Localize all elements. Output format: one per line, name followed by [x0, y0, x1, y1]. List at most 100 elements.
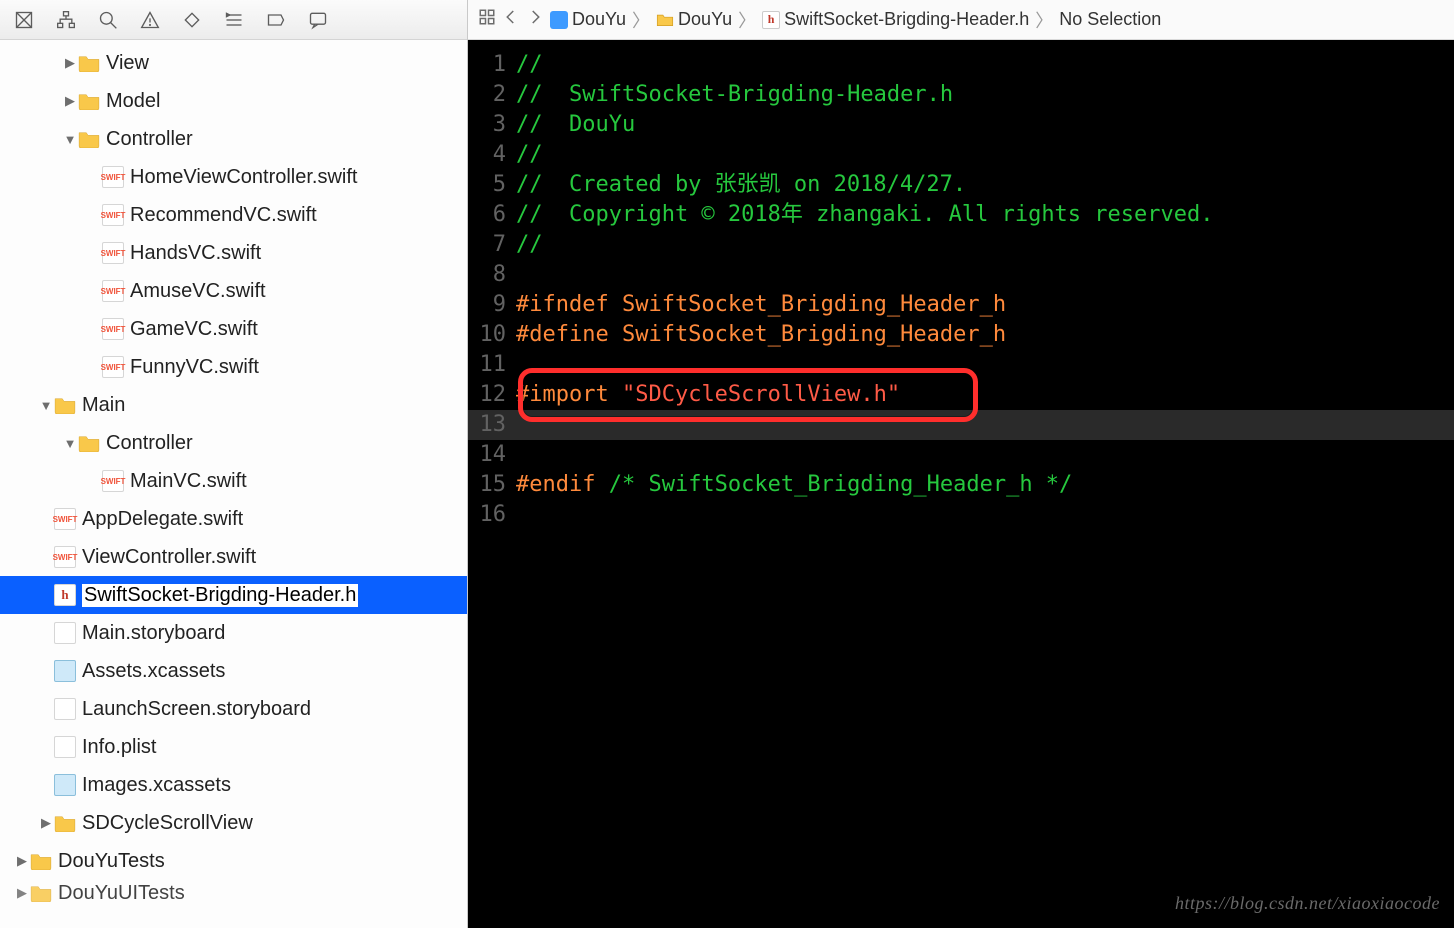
- report-tab-icon[interactable]: [264, 8, 288, 32]
- tree-file[interactable]: SWIFTMainVC.swift: [0, 462, 467, 500]
- tree-file[interactable]: SWIFTAppDelegate.swift: [0, 500, 467, 538]
- folder-icon: [30, 850, 52, 872]
- code-line[interactable]: 1//: [468, 50, 1454, 80]
- swift-file-icon: SWIFT: [102, 280, 124, 302]
- tree-file[interactable]: SWIFT HomeViewController.swift: [0, 158, 467, 196]
- breadcrumb-group[interactable]: DouYu: [656, 9, 732, 30]
- breadcrumb-sep: 〉: [738, 7, 756, 33]
- file-tree[interactable]: ▶ View ▶ Model ▼ Controller SWIFT HomeViewContr…: [0, 40, 467, 928]
- tree-item-label: RecommendVC.swift: [130, 204, 317, 227]
- breadcrumb-sep: 〉: [632, 7, 650, 33]
- swift-file-icon: SWIFT: [102, 318, 124, 340]
- hierarchy-tab-icon[interactable]: [54, 8, 78, 32]
- code-line[interactable]: 15#endif /* SwiftSocket_Brigding_Header_…: [468, 470, 1454, 500]
- tree-item-label: ViewController.swift: [82, 546, 256, 569]
- line-content: #ifndef SwiftSocket_Brigding_Header_h: [516, 290, 1454, 320]
- warning-tab-icon[interactable]: [138, 8, 162, 32]
- tree-file[interactable]: Main.storyboard: [0, 614, 467, 652]
- nav-back-icon[interactable]: [502, 8, 520, 31]
- swift-file-icon: SWIFT: [102, 166, 124, 188]
- tree-item-label: DouYuUITests: [58, 882, 185, 905]
- navigator-tab-icon[interactable]: [12, 8, 36, 32]
- tree-folder[interactable]: ▶SDCycleScrollView: [0, 804, 467, 842]
- code-line[interactable]: 16: [468, 500, 1454, 530]
- folder-icon: [54, 812, 76, 834]
- tree-folder[interactable]: ▶ DouYuUITests: [0, 880, 467, 906]
- line-content: // SwiftSocket-Brigding-Header.h: [516, 80, 1454, 110]
- disclosure-icon[interactable]: ▼: [62, 132, 78, 147]
- tree-folder[interactable]: ▼ Controller: [0, 424, 467, 462]
- swift-file-icon: SWIFT: [102, 470, 124, 492]
- tree-folder[interactable]: ▶ View: [0, 44, 467, 82]
- code-line[interactable]: 8: [468, 260, 1454, 290]
- code-line[interactable]: 6// Copyright © 2018年 zhangaki. All righ…: [468, 200, 1454, 230]
- debug-tab-icon[interactable]: [180, 8, 204, 32]
- tree-folder[interactable]: ▶ Model: [0, 82, 467, 120]
- nav-forward-icon[interactable]: [526, 8, 544, 31]
- chat-tab-icon[interactable]: [306, 8, 330, 32]
- folder-icon: [30, 882, 52, 904]
- tree-file[interactable]: Assets.xcassets: [0, 652, 467, 690]
- disclosure-icon[interactable]: ▶: [14, 853, 30, 869]
- disclosure-icon[interactable]: ▼: [38, 398, 54, 413]
- tree-item-label: HomeViewController.swift: [130, 166, 358, 189]
- code-line[interactable]: 2// SwiftSocket-Brigding-Header.h: [468, 80, 1454, 110]
- code-line[interactable]: 7//: [468, 230, 1454, 260]
- code-editor[interactable]: 1//2// SwiftSocket-Brigding-Header.h3// …: [468, 40, 1454, 928]
- tree-file[interactable]: SWIFTAmuseVC.swift: [0, 272, 467, 310]
- code-line[interactable]: 3// DouYu: [468, 110, 1454, 140]
- tree-item-label: Controller: [106, 432, 193, 455]
- navigator-toolbar: [0, 0, 467, 40]
- tree-item-label: HandsVC.swift: [130, 242, 261, 265]
- search-tab-icon[interactable]: [96, 8, 120, 32]
- tree-folder[interactable]: ▼ Main: [0, 386, 467, 424]
- tree-file[interactable]: SWIFTGameVC.swift: [0, 310, 467, 348]
- code-line[interactable]: 14: [468, 440, 1454, 470]
- breadcrumb-project[interactable]: DouYu: [550, 9, 626, 30]
- tree-file[interactable]: SWIFTFunnyVC.swift: [0, 348, 467, 386]
- folder-icon: [78, 128, 100, 150]
- disclosure-icon[interactable]: ▶: [14, 885, 30, 901]
- breadcrumb-file[interactable]: hSwiftSocket-Brigding-Header.h: [762, 9, 1029, 30]
- swift-file-icon: SWIFT: [54, 546, 76, 568]
- line-content: // Created by 张张凯 on 2018/4/27.: [516, 170, 1454, 200]
- line-number: 6: [468, 200, 516, 230]
- app-icon: [550, 11, 568, 29]
- tree-file[interactable]: SWIFTHandsVC.swift: [0, 234, 467, 272]
- code-line[interactable]: 5// Created by 张张凯 on 2018/4/27.: [468, 170, 1454, 200]
- watermark-text: https://blog.csdn.net/xiaoxiaocode: [1175, 888, 1440, 918]
- breadcrumb-project-label: DouYu: [572, 9, 626, 30]
- code-line[interactable]: 4//: [468, 140, 1454, 170]
- tree-file[interactable]: SWIFT ViewController.swift: [0, 538, 467, 576]
- disclosure-icon[interactable]: ▼: [62, 436, 78, 451]
- tree-item-label: View: [106, 52, 149, 75]
- line-number: 12: [468, 380, 516, 410]
- tree-item-label: Main: [82, 394, 125, 417]
- tree-item-label: Images.xcassets: [82, 774, 231, 797]
- line-content: //: [516, 50, 1454, 80]
- tree-folder[interactable]: ▶ DouYuTests: [0, 842, 467, 880]
- folder-icon: [78, 90, 100, 112]
- tree-item-label: Controller: [106, 128, 193, 151]
- tree-file[interactable]: hSwiftSocket-Brigding-Header.h: [0, 576, 467, 614]
- line-number: 14: [468, 440, 516, 470]
- breadcrumb-file-label: SwiftSocket-Brigding-Header.h: [784, 9, 1029, 30]
- tree-item-label: DouYuTests: [58, 850, 165, 873]
- tree-item-label: AppDelegate.swift: [82, 508, 243, 531]
- code-line[interactable]: 10#define SwiftSocket_Brigding_Header_h: [468, 320, 1454, 350]
- disclosure-icon[interactable]: ▶: [62, 93, 78, 109]
- tree-file[interactable]: Info.plist: [0, 728, 467, 766]
- tree-file[interactable]: Images.xcassets: [0, 766, 467, 804]
- tree-file[interactable]: LaunchScreen.storyboard: [0, 690, 467, 728]
- swift-file-icon: SWIFT: [102, 356, 124, 378]
- folder-icon: [78, 432, 100, 454]
- disclosure-icon[interactable]: ▶: [38, 815, 54, 831]
- disclosure-icon[interactable]: ▶: [62, 55, 78, 71]
- tree-item-label: Model: [106, 90, 160, 113]
- breadcrumb-selection[interactable]: No Selection: [1059, 9, 1161, 30]
- related-items-icon[interactable]: [478, 8, 496, 31]
- tree-folder[interactable]: ▼ Controller: [0, 120, 467, 158]
- code-line[interactable]: 9#ifndef SwiftSocket_Brigding_Header_h: [468, 290, 1454, 320]
- breakpoint-tab-icon[interactable]: [222, 8, 246, 32]
- tree-file[interactable]: SWIFTRecommendVC.swift: [0, 196, 467, 234]
